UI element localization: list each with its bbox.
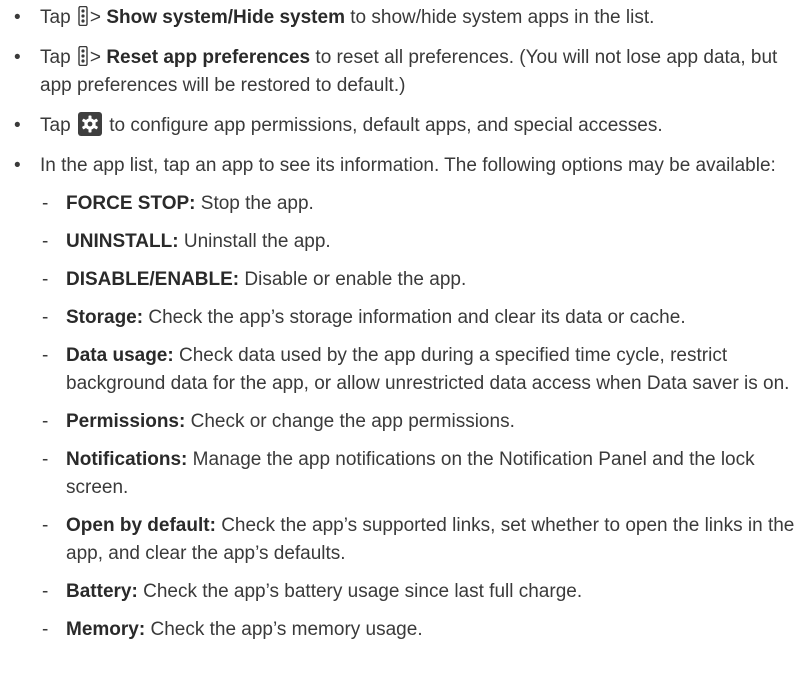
description: In the app list, tap an app to see its i… <box>40 155 776 176</box>
option-term: Storage: <box>66 307 144 328</box>
option-description: Uninstall the app. <box>183 231 331 252</box>
option-term: Permissions: <box>66 411 186 432</box>
option-description: Check the app’s battery usage since last… <box>143 581 583 602</box>
option-term: DISABLE/ENABLE: <box>66 269 240 290</box>
list-item-show-system: Tap > Show system/Hide system to show/hi… <box>14 4 797 32</box>
option-item: Battery: Check the app’s battery usage s… <box>40 578 797 606</box>
app-options-list: FORCE STOP: Stop the app. UNINSTALL: Unin… <box>40 190 797 644</box>
option-term: Battery: <box>66 581 138 602</box>
option-description: Check the app’s storage information and … <box>148 307 686 328</box>
description: to show/hide system apps in the list. <box>350 7 655 28</box>
option-term: Open by default: <box>66 515 216 536</box>
option-description: Check the app’s memory usage. <box>150 619 423 640</box>
tap-label: Tap <box>40 47 71 68</box>
separator: > <box>89 7 102 28</box>
option-item: Data usage: Check data used by the app d… <box>40 342 797 398</box>
description: to configure app permissions, default ap… <box>109 115 663 136</box>
list-item-app-list: In the app list, tap an app to see its i… <box>14 152 797 644</box>
option-item: Open by default: Check the app’s support… <box>40 512 797 568</box>
option-description: Check data used by the app during a spec… <box>66 345 790 394</box>
option-item: UNINSTALL: Uninstall the app. <box>40 228 797 256</box>
gear-icon <box>77 112 102 136</box>
option-item: Notifications: Manage the app notificati… <box>40 446 797 502</box>
option-item: Permissions: Check or change the app per… <box>40 408 797 436</box>
option-item: DISABLE/ENABLE: Disable or enable the ap… <box>40 266 797 294</box>
tap-label: Tap <box>40 7 71 28</box>
list-item-reset-preferences: Tap > Reset app preferences to reset all… <box>14 44 797 100</box>
bold-term: Reset app preferences <box>106 47 311 68</box>
option-description: Disable or enable the app. <box>244 269 467 290</box>
tap-label: Tap <box>40 115 71 136</box>
option-item: FORCE STOP: Stop the app. <box>40 190 797 218</box>
more-options-icon <box>78 46 88 66</box>
option-term: Notifications: <box>66 449 188 470</box>
option-term: FORCE STOP: <box>66 193 196 214</box>
option-item: Storage: Check the app’s storage informa… <box>40 304 797 332</box>
separator: > <box>89 47 102 68</box>
option-item: Memory: Check the app’s memory usage. <box>40 616 797 644</box>
option-term: Data usage: <box>66 345 174 366</box>
instruction-list: Tap > Show system/Hide system to show/hi… <box>14 4 797 644</box>
option-description: Check or change the app permissions. <box>190 411 515 432</box>
option-term: UNINSTALL: <box>66 231 179 252</box>
list-item-configure: Tap to configure app permissions, defaul… <box>14 112 797 140</box>
more-options-icon <box>78 6 88 26</box>
option-term: Memory: <box>66 619 146 640</box>
bold-term: Show system/Hide system <box>106 7 345 28</box>
document-page: Tap > Show system/Hide system to show/hi… <box>0 0 807 687</box>
option-description: Stop the app. <box>200 193 314 214</box>
